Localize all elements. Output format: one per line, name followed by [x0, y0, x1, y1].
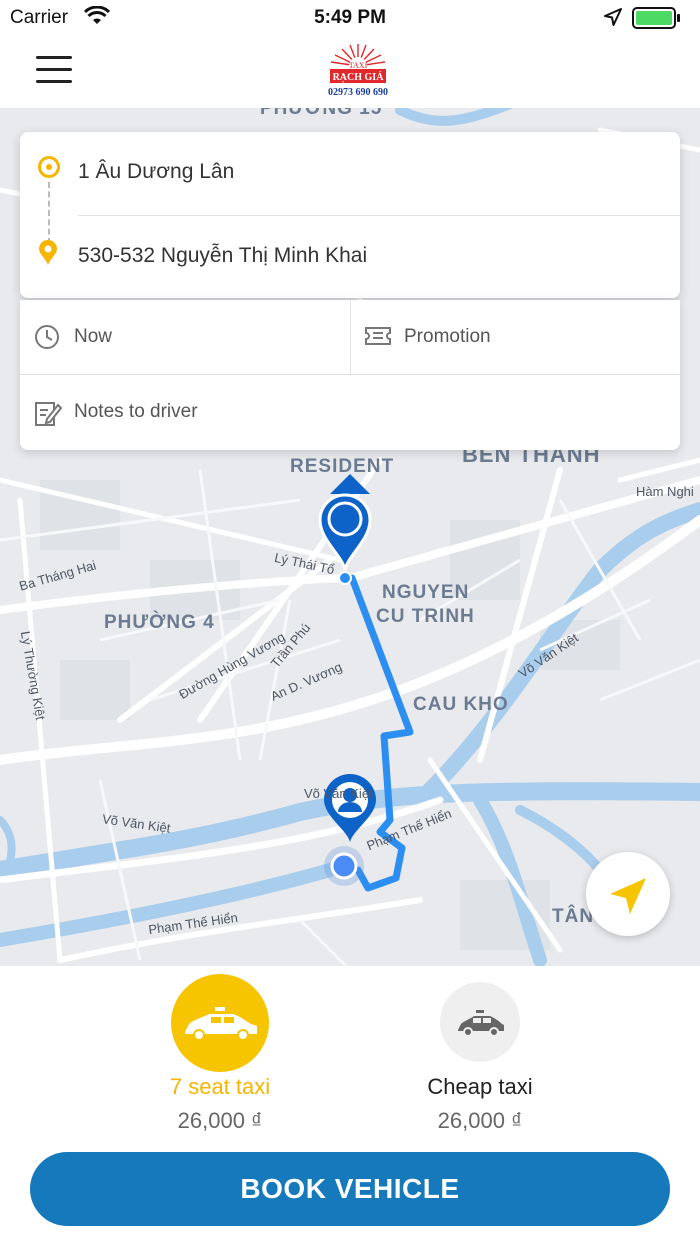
vehicle-name: Cheap taxi: [427, 1074, 533, 1099]
clock-icon: [34, 324, 60, 355]
svg-text:02973 690 690: 02973 690 690: [328, 87, 388, 98]
driver-notes-option[interactable]: Notes to driver: [20, 375, 680, 449]
pickup-time-option[interactable]: Now: [20, 300, 350, 374]
vehicle-name: 7 seat taxi: [169, 1074, 271, 1099]
my-location-button[interactable]: [586, 852, 670, 936]
pickup-row[interactable]: 1 Âu Dương Lân: [20, 132, 680, 214]
battery-icon: [632, 7, 682, 34]
dropoff-address: 530-532 Nguyễn Thị Minh Khai: [78, 244, 368, 267]
dropoff-pin-icon: [38, 240, 58, 271]
map-label-phuong-4: PHƯỜNG 4: [104, 612, 215, 633]
taxi-car-icon: [185, 1007, 257, 1041]
dropoff-row[interactable]: 530-532 Nguyễn Thị Minh Khai: [20, 216, 680, 298]
map-label-ham-nghi: Hàm Nghi: [636, 484, 694, 499]
trip-address-card: 1 Âu Dương Lân 530-532 Nguyễn Thị Minh K…: [20, 132, 680, 298]
map-label-phuong-15: PHƯỜNG 15: [260, 108, 383, 119]
vehicle-circle: [171, 974, 269, 1072]
pickup-time-label: Now: [74, 326, 113, 347]
promotion-label: Promotion: [404, 326, 491, 347]
app-header: TAXI RẠCH GIÁ 02973 690 690: [0, 36, 700, 108]
map-label-cau-kho: CAU KHO: [413, 694, 509, 715]
hamburger-icon[interactable]: [36, 56, 72, 86]
note-edit-icon: [34, 399, 63, 432]
driver-notes-label: Notes to driver: [74, 401, 198, 422]
map-label-vo-van-kiet-3: Võ Văn Kiệt: [304, 786, 373, 801]
svg-text:RẠCH GIÁ: RẠCH GIÁ: [333, 71, 385, 83]
map-label-nguyen: NGUYEN: [382, 582, 470, 603]
clock: 5:49 PM: [314, 7, 386, 28]
taxi-rach-gia-logo: TAXI RẠCH GIÁ 02973 690 690: [322, 42, 394, 102]
vehicle-price: 26,000 ₫: [437, 1108, 523, 1133]
vehicle-price: 26,000 ₫: [177, 1108, 263, 1133]
svg-text:TAXI: TAXI: [349, 61, 368, 70]
ticket-icon: [364, 324, 392, 353]
vehicle-circle: [440, 982, 520, 1062]
pickup-marker-icon: [38, 156, 60, 178]
trip-options-card: Now Promotion Notes to driver: [20, 300, 680, 450]
navigation-arrow-icon: [610, 878, 646, 914]
taxi-booking-screen: Carrier 5:49 PM TAXI RẠCH GIÁ 02973 690 …: [0, 0, 700, 1244]
taxi-car-icon: [458, 1010, 504, 1037]
book-vehicle-button[interactable]: BOOK VEHICLE: [30, 1152, 670, 1226]
map-label-cu-trinh: CU TRINH: [376, 606, 475, 627]
map-label-resident: RESIDENT: [290, 456, 395, 477]
promotion-option[interactable]: Promotion: [350, 300, 680, 374]
map-label-tan: TÂN: [552, 906, 595, 927]
status-bar: Carrier 5:49 PM: [0, 0, 700, 36]
location-services-icon: [604, 8, 622, 31]
pickup-address: 1 Âu Dương Lân: [78, 160, 235, 183]
